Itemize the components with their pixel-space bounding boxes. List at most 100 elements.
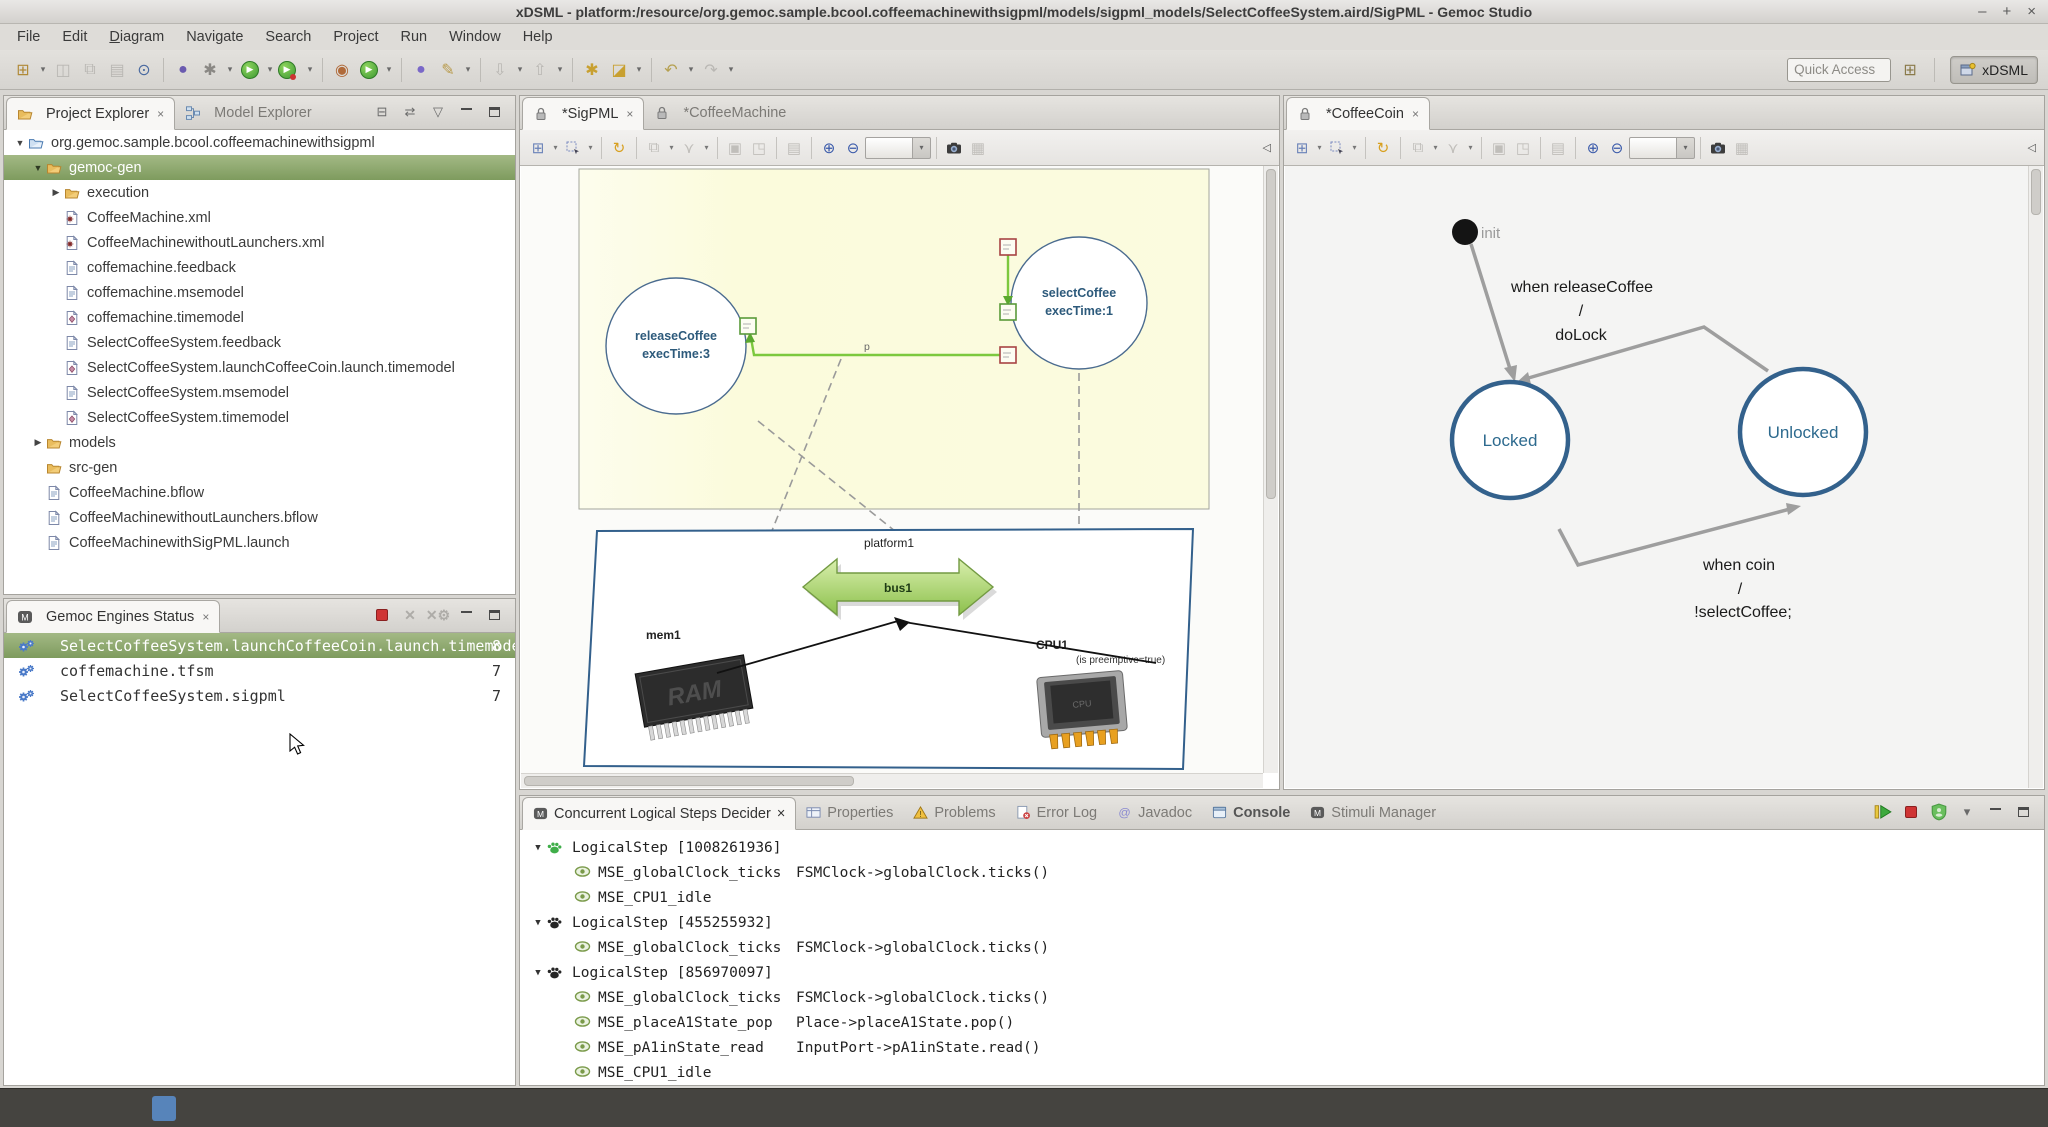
collapse-all-icon[interactable]: ⊟ <box>373 103 391 121</box>
toolbar-icon-print[interactable]: ▤ <box>104 57 130 83</box>
mse-event-mse-globalclock-ticks[interactable]: MSE_globalClock_ticksFSMClock->globalClo… <box>520 935 2044 960</box>
toolbar-icon-save[interactable]: ◫ <box>50 57 76 83</box>
dropdown-arrow[interactable]: ▾ <box>383 57 395 83</box>
horizontal-scrollbar[interactable] <box>521 773 1263 788</box>
tree-item-coffeemachinewithoutlaunchers-bflow[interactable]: CoffeeMachinewithoutLaunchers.bflow <box>4 505 515 530</box>
export-diagram-icon[interactable]: ▣ <box>1487 136 1511 160</box>
dropdown-arrow[interactable]: ▾ <box>633 57 645 83</box>
collapsed-arrow-icon[interactable]: ▶ <box>48 187 64 198</box>
tab-console[interactable]: Console <box>1202 796 1300 829</box>
mse-event-mse-pa1instate-read[interactable]: MSE_pA1inState_readInputPort->pA1inState… <box>520 1035 2044 1060</box>
initial-state[interactable] <box>1452 219 1478 245</box>
toolbar-icon-search[interactable]: ⊙ <box>131 57 157 83</box>
close-icon[interactable]: × <box>202 610 209 624</box>
stop-engine-icon[interactable] <box>373 606 391 624</box>
resume-icon[interactable] <box>1874 803 1892 821</box>
dropdown-arrow[interactable]: ▾ <box>1314 143 1325 152</box>
dropdown-arrow[interactable]: ▾ <box>666 143 677 152</box>
layers-icon[interactable]: ▦ <box>966 136 990 160</box>
zoom-in-icon[interactable]: ⊕ <box>1581 136 1605 160</box>
tree-item-execution[interactable]: ▶execution <box>4 180 515 205</box>
link-editor-icon[interactable]: ⇄ <box>401 103 419 121</box>
dropdown-arrow[interactable]: ▾ <box>1958 803 1976 821</box>
camera-icon[interactable] <box>1706 136 1730 160</box>
sigpml-canvas[interactable]: releaseCoffee execTime:3 selectCoffee ex… <box>521 166 1263 773</box>
clipboard-icon[interactable]: ▤ <box>782 136 806 160</box>
port-selectcoffee-mid[interactable] <box>1000 304 1016 320</box>
toolbar-icon-external-tools[interactable]: ▶ <box>356 57 382 83</box>
tree-item-selectcoffeesystem-msemodel[interactable]: SelectCoffeeSystem.msemodel <box>4 380 515 405</box>
expanded-arrow-icon[interactable]: ▼ <box>530 918 546 928</box>
minimize-view-icon[interactable] <box>457 606 475 624</box>
dropdown-arrow[interactable]: ▾ <box>685 57 697 83</box>
mse-event-mse-globalclock-ticks[interactable]: MSE_globalClock_ticksFSMClock->globalClo… <box>520 985 2044 1010</box>
toolbar-icon-debug[interactable]: ● <box>170 57 196 83</box>
tab-error-log[interactable]: Error Log <box>1006 796 1107 829</box>
close-icon[interactable]: × <box>157 107 164 121</box>
dispose-all-engines-icon[interactable]: ✕⁠⚙ <box>429 606 447 624</box>
toolbar-icon-new-wizard[interactable]: ⊞ <box>10 57 36 83</box>
mse-event-mse-cpu1-idle[interactable]: MSE_CPU1_idle <box>520 885 2044 910</box>
close-icon[interactable]: × <box>626 107 633 121</box>
dropdown-arrow[interactable]: ▾ <box>550 143 561 152</box>
vertical-scrollbar[interactable] <box>2028 166 2043 788</box>
menu-file[interactable]: File <box>6 24 51 50</box>
maximize-view-icon[interactable] <box>2014 803 2032 821</box>
dropdown-arrow[interactable]: ▾ <box>554 57 566 83</box>
tree-item-selectcoffeesystem-timemodel[interactable]: SelectCoffeeSystem.timemodel <box>4 405 515 430</box>
engine-row-selectcoffeesystem-launchcoffeecoin-launch-timemodel[interactable]: SelectCoffeeSystem.launchCoffeeCoin.laun… <box>4 633 515 658</box>
dropdown-arrow[interactable]: ▾ <box>585 143 596 152</box>
menu-navigate[interactable]: Navigate <box>175 24 254 50</box>
toolbar-icon-annotation[interactable]: ✎ <box>435 57 461 83</box>
menu-project[interactable]: Project <box>322 24 389 50</box>
toolbar-icon-open-folder[interactable]: ◪ <box>606 57 632 83</box>
copy-icon[interactable]: ⧉ <box>642 136 666 160</box>
tab-coffeemachine[interactable]: *CoffeeMachine <box>644 96 796 129</box>
zoom-out-icon[interactable]: ⊖ <box>841 136 865 160</box>
toolbar-icon-run[interactable]: ▶ <box>237 57 263 83</box>
tree-item-org-gemoc-sample-bcool-coffeemachinewithsigpml[interactable]: ▼org.gemoc.sample.bcool.coffeemachinewit… <box>4 130 515 155</box>
port-output-selectcoffee[interactable] <box>1000 347 1016 363</box>
tree-item-models[interactable]: ▶models <box>4 430 515 455</box>
toolbar-icon-profile[interactable]: ◉ <box>329 57 355 83</box>
dropdown-arrow[interactable]: ▾ <box>514 57 526 83</box>
dropdown-arrow[interactable]: ▾ <box>264 57 276 83</box>
toolbar-icon-redo[interactable]: ↷ <box>698 57 724 83</box>
actor-releasecoffee[interactable] <box>606 278 746 414</box>
tab-sigpml[interactable]: *SigPML × <box>522 97 644 130</box>
tree-item-coffemachine-msemodel[interactable]: coffemachine.msemodel <box>4 280 515 305</box>
taskbar-item[interactable] <box>152 1096 176 1121</box>
close-icon[interactable]: × <box>777 806 785 822</box>
layout-icon[interactable]: ⊞ <box>526 136 550 160</box>
coffeecoin-canvas[interactable]: init when releaseCoffee / doLock w <box>1285 166 2028 788</box>
maximize-view-icon[interactable] <box>485 606 503 624</box>
window-close-button[interactable]: × <box>2027 0 2036 24</box>
layers-icon[interactable]: ▦ <box>1730 136 1754 160</box>
minimize-view-icon[interactable] <box>1986 803 2004 821</box>
tab-stimuli-manager[interactable]: MStimuli Manager <box>1300 796 1446 829</box>
quick-access-input[interactable] <box>1787 58 1891 82</box>
tab-model-explorer[interactable]: Model Explorer <box>175 96 322 129</box>
toolbar-icon-new-file[interactable]: ✱ <box>579 57 605 83</box>
zoom-combo-dropdown[interactable]: ▾ <box>913 137 931 159</box>
toolbar-icon-junit[interactable]: ● <box>408 57 434 83</box>
refresh-icon[interactable]: ↻ <box>607 136 631 160</box>
select-icon[interactable] <box>561 136 585 160</box>
route-icon[interactable]: ⋎ <box>677 136 701 160</box>
port-input-selectcoffee-top[interactable] <box>1000 239 1016 255</box>
tree-item-coffemachine-timemodel[interactable]: coffemachine.timemodel <box>4 305 515 330</box>
zoom-in-icon[interactable]: ⊕ <box>817 136 841 160</box>
menu-help[interactable]: Help <box>512 24 564 50</box>
tree-item-selectcoffeesystem-feedback[interactable]: SelectCoffeeSystem.feedback <box>4 330 515 355</box>
tree-item-selectcoffeesystem-launchcoffeecoin-launch-timemodel[interactable]: SelectCoffeeSystem.launchCoffeeCoin.laun… <box>4 355 515 380</box>
mse-event-mse-globalclock-ticks[interactable]: MSE_globalClock_ticksFSMClock->globalClo… <box>520 860 2044 885</box>
select-icon[interactable] <box>1325 136 1349 160</box>
export-diagram-icon[interactable]: ▣ <box>723 136 747 160</box>
toolbar-icon-breakpoints[interactable]: ✱ <box>197 57 223 83</box>
open-perspective-icon[interactable]: ⊞ <box>1901 61 1919 79</box>
dropdown-arrow[interactable]: ▾ <box>37 57 49 83</box>
zoom-combo-dropdown[interactable]: ▾ <box>1677 137 1695 159</box>
collapse-editor-icon[interactable]: ◁ <box>2028 141 2038 154</box>
toolbar-icon-export[interactable]: ⇧ <box>527 57 553 83</box>
collapsed-arrow-icon[interactable]: ▶ <box>30 437 46 448</box>
